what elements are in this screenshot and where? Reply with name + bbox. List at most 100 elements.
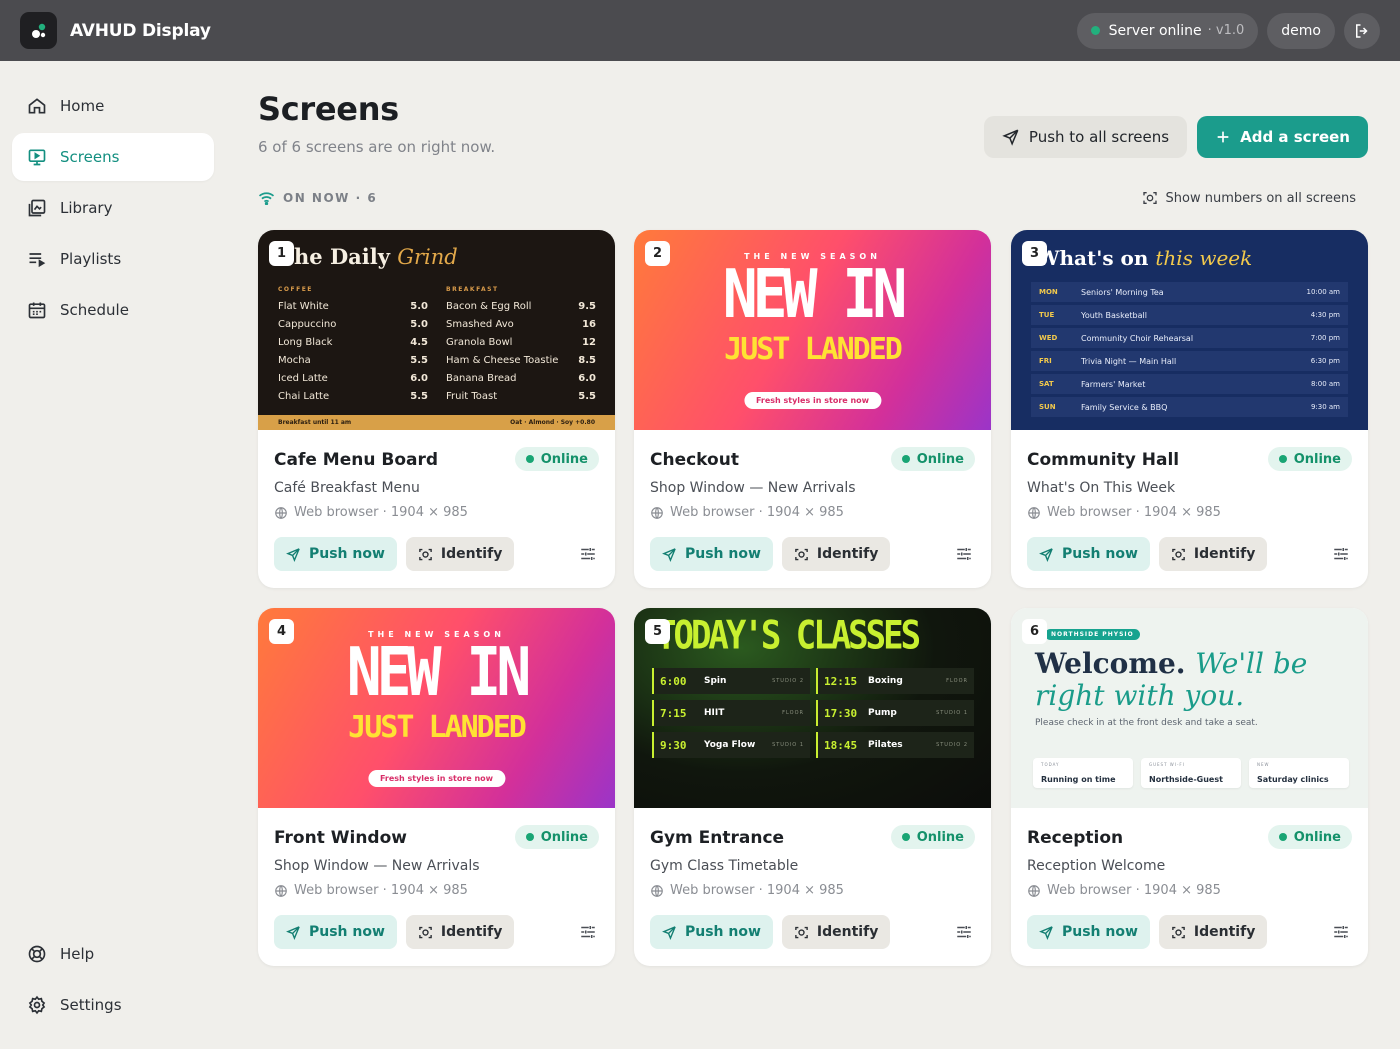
app-logo[interactable]: [20, 12, 57, 49]
screen-playlist: Reception Welcome: [1027, 858, 1166, 874]
push-now-button[interactable]: Push now: [1027, 915, 1150, 949]
sliders-icon: [957, 548, 971, 560]
globe-icon: [275, 506, 287, 519]
push-now-button[interactable]: Push now: [274, 537, 397, 571]
push-now-button[interactable]: Push now: [650, 537, 773, 571]
screen-settings-button[interactable]: [1330, 543, 1352, 565]
status-badge: Online: [514, 825, 599, 849]
screen-card[interactable]: 6 NORTHSIDE PHYSIO Welcome. We'll be rig…: [1011, 608, 1368, 966]
sidebar-item-help[interactable]: Help: [12, 930, 214, 978]
screen-number-badge: 1: [269, 241, 294, 266]
screen-preview[interactable]: 2 THE NEW SEASON NEW IN JUST LANDED Fres…: [634, 230, 991, 430]
push-to-all-label: Push to all screens: [1028, 128, 1170, 146]
screen-card[interactable]: 3 What's on this week MON Seniors' Mornin…: [1011, 230, 1368, 588]
send-icon: [1039, 925, 1053, 940]
main-content: Screens 6 of 6 screens are on right now.…: [258, 90, 1368, 966]
sidebar-item-settings[interactable]: Settings: [12, 981, 214, 1029]
screen-number-badge: 5: [645, 619, 670, 644]
screen-playlist: What's On This Week: [1027, 480, 1176, 496]
push-to-all-button[interactable]: Push to all screens: [983, 116, 1188, 158]
sidebar-item-playlists[interactable]: Playlists: [12, 235, 214, 283]
screen-meta: Web browser · 1904 × 985: [650, 505, 975, 520]
identify-icon: [419, 548, 432, 560]
add-screen-label: Add a screen: [1240, 128, 1350, 146]
identify-button[interactable]: Identify: [781, 537, 891, 571]
screen-preview[interactable]: 6 NORTHSIDE PHYSIO Welcome. We'll be rig…: [1011, 608, 1368, 808]
home-icon: [26, 95, 48, 117]
globe-icon: [275, 884, 287, 897]
logo-icon: [31, 23, 45, 38]
sidebar-bottom: Help Settings: [12, 930, 214, 1032]
version-text: · v1.0: [1207, 23, 1245, 38]
globe-icon: [1028, 506, 1040, 519]
sidebar-item-label: Settings: [60, 996, 122, 1014]
screen-card[interactable]: 5 TODAY'S CLASSES 6:00 Spin STUDIO 2 12:15…: [634, 608, 991, 966]
sidebar-item-label: Playlists: [60, 250, 122, 268]
sidebar-item-label: Schedule: [60, 301, 129, 319]
playlist-icon: [26, 248, 48, 270]
screen-preview[interactable]: 5 TODAY'S CLASSES 6:00 Spin STUDIO 2 12:15…: [634, 608, 991, 808]
plus-icon: [1217, 131, 1229, 143]
sidebar-item-library[interactable]: Library: [12, 184, 214, 232]
globe-icon: [651, 884, 663, 897]
screen-preview[interactable]: 4 THE NEW SEASON NEW IN JUST LANDED Fres…: [258, 608, 615, 808]
gear-icon: [26, 994, 48, 1016]
calendar-icon: [26, 299, 48, 321]
push-now-button[interactable]: Push now: [650, 915, 773, 949]
screen-card[interactable]: 4 THE NEW SEASON NEW IN JUST LANDED Fres…: [258, 608, 615, 966]
screen-settings-button[interactable]: [577, 543, 599, 565]
logout-button[interactable]: [1344, 12, 1380, 49]
screen-meta: Web browser · 1904 × 985: [274, 883, 599, 898]
sidebar-item-label: Screens: [60, 148, 120, 166]
screen-preview[interactable]: 3 What's on this week MON Seniors' Mornin…: [1011, 230, 1368, 430]
push-now-button[interactable]: Push now: [1027, 537, 1150, 571]
sliders-icon: [957, 926, 971, 938]
sidebar-item-home[interactable]: Home: [12, 82, 214, 130]
lifebuoy-icon: [26, 943, 48, 965]
status-badge: Online: [1267, 825, 1352, 849]
status-dot: [1090, 26, 1100, 35]
on-now-label: ON NOW · 6: [283, 191, 378, 205]
screen-card[interactable]: 2 THE NEW SEASON NEW IN JUST LANDED Fres…: [634, 230, 991, 588]
sliders-icon: [581, 548, 595, 560]
status-badge: Online: [890, 447, 975, 471]
identify-button[interactable]: Identify: [405, 915, 515, 949]
screen-number-badge: 2: [645, 241, 670, 266]
identify-button[interactable]: Identify: [405, 537, 515, 571]
preview-title: he Daily Grind: [294, 244, 458, 269]
sidebar-item-schedule[interactable]: Schedule: [12, 286, 214, 334]
send-icon: [662, 547, 676, 562]
identify-button[interactable]: Identify: [1158, 915, 1268, 949]
screen-settings-button[interactable]: [953, 921, 975, 943]
screen-card[interactable]: 1 he Daily Grind COFFEE Flat White 5.0 Ca…: [258, 230, 615, 588]
screen-meta: Web browser · 1904 × 985: [1027, 883, 1352, 898]
server-status-pill[interactable]: Server online · v1.0: [1076, 12, 1259, 49]
screen-playlist: Shop Window — New Arrivals: [650, 480, 856, 496]
identify-button[interactable]: Identify: [781, 915, 891, 949]
screen-settings-button[interactable]: [577, 921, 599, 943]
screen-number-badge: 4: [269, 619, 294, 644]
screen-settings-button[interactable]: [953, 543, 975, 565]
add-screen-button[interactable]: Add a screen: [1197, 116, 1368, 158]
logout-icon: [1356, 23, 1368, 38]
identify-icon: [419, 926, 432, 938]
identify-icon: [795, 926, 808, 938]
sidebar-item-label: Help: [60, 945, 95, 963]
send-icon: [1039, 547, 1053, 562]
show-numbers-button[interactable]: Show numbers on all screens: [1142, 190, 1357, 206]
globe-icon: [651, 506, 663, 519]
user-menu[interactable]: demo: [1267, 12, 1335, 49]
show-numbers-label: Show numbers on all screens: [1165, 190, 1357, 206]
wifi-icon: [258, 192, 275, 205]
sidebar-item-screens[interactable]: Screens: [12, 133, 214, 181]
library-icon: [26, 197, 48, 219]
app-title: AVHUD Display: [70, 20, 211, 41]
screen-settings-button[interactable]: [1330, 921, 1352, 943]
identify-button[interactable]: Identify: [1158, 537, 1268, 571]
sliders-icon: [581, 926, 595, 938]
send-icon: [1002, 129, 1019, 146]
globe-icon: [1028, 884, 1040, 897]
push-now-button[interactable]: Push now: [274, 915, 397, 949]
sidebar-item-label: Library: [60, 199, 113, 217]
screen-preview[interactable]: 1 he Daily Grind COFFEE Flat White 5.0 Ca…: [258, 230, 615, 430]
